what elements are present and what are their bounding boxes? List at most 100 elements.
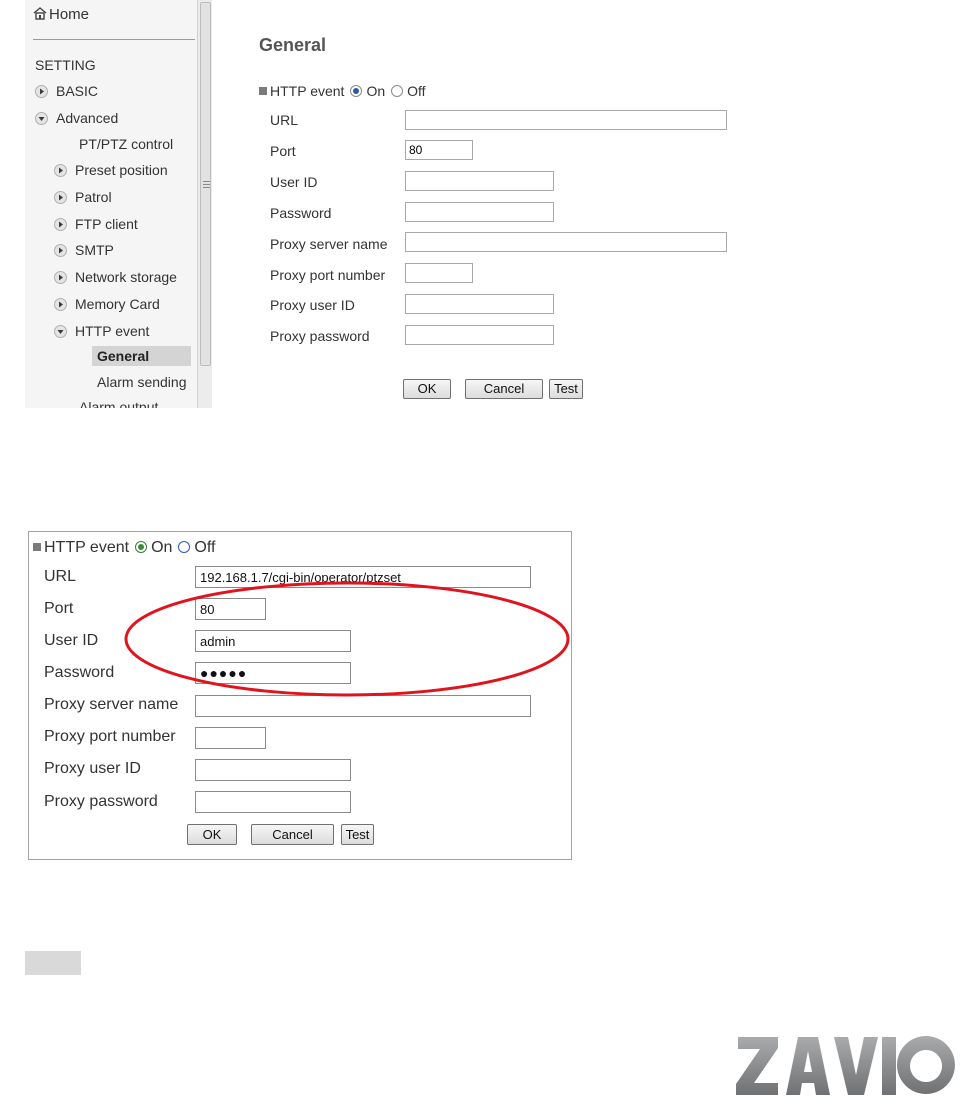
- arrow-down-icon: [54, 325, 67, 338]
- sidebar-item-label: Advanced: [56, 110, 119, 126]
- proxy-user-id-label: Proxy user ID: [44, 760, 141, 777]
- http-event-label: HTTP event: [44, 539, 130, 556]
- sidebar-item-label: Preset position: [75, 162, 168, 178]
- cancel-button[interactable]: Cancel: [465, 379, 543, 399]
- sidebar-item-label: PT/PTZ control: [79, 136, 174, 152]
- sidebar-item-ftp-client[interactable]: FTP client: [54, 214, 138, 234]
- proxy-user-id-input[interactable]: [405, 294, 554, 314]
- sidebar-item-label: Patrol: [75, 189, 112, 205]
- home-icon: [33, 7, 47, 20]
- sidebar-item-basic[interactable]: BASIC: [35, 81, 98, 101]
- radio-on[interactable]: [350, 85, 363, 97]
- radio-on-label: On: [366, 83, 386, 99]
- sidebar-item-patrol[interactable]: Patrol: [54, 187, 112, 207]
- proxy-password-input[interactable]: [405, 325, 554, 345]
- sidebar-item-label: Alarm sending: [97, 374, 187, 390]
- password-label: Password: [270, 205, 332, 221]
- proxy-server-name-input[interactable]: [405, 232, 727, 252]
- scrollbar-thumb[interactable]: [200, 2, 211, 366]
- test-button[interactable]: Test: [341, 824, 374, 845]
- ok-button[interactable]: OK: [403, 379, 451, 399]
- settings-screenshot-general: Home SETTING BASIC Advanced PT/PTZ contr…: [25, 0, 765, 408]
- note-box: [25, 951, 81, 975]
- bullet-square-icon: [33, 543, 41, 551]
- sidebar-item-http-event[interactable]: HTTP event: [54, 321, 149, 341]
- settings-sidebar: Home SETTING BASIC Advanced PT/PTZ contr…: [25, 0, 197, 408]
- radio-off-label: Off: [407, 83, 426, 99]
- arrow-right-icon: [54, 191, 67, 204]
- arrow-right-icon: [54, 244, 67, 257]
- sidebar-item-general[interactable]: General: [92, 346, 191, 366]
- proxy-user-id-label: Proxy user ID: [270, 297, 355, 313]
- proxy-user-id-input[interactable]: [195, 759, 351, 781]
- settings-screenshot-filled: HTTP event On Off URL Port User ID Passwor…: [28, 531, 572, 860]
- password-input[interactable]: [405, 202, 554, 222]
- port-input[interactable]: [195, 598, 266, 620]
- radio-on-label: On: [151, 539, 173, 556]
- user-id-label: User ID: [44, 632, 99, 649]
- sidebar-item-label: Network storage: [75, 269, 177, 285]
- sidebar-item-preset-position[interactable]: Preset position: [54, 160, 168, 180]
- radio-off-label: Off: [194, 539, 216, 556]
- user-id-input[interactable]: [195, 630, 351, 652]
- sidebar-item-label: HTTP event: [75, 323, 150, 339]
- sidebar-item-label: FTP client: [75, 216, 138, 232]
- bullet-square-icon: [259, 87, 267, 95]
- port-label: Port: [270, 143, 296, 159]
- http-event-label: HTTP event: [270, 83, 345, 99]
- arrow-right-icon: [54, 298, 67, 311]
- sidebar-item-alarm-sending[interactable]: Alarm sending: [97, 372, 187, 392]
- proxy-port-number-label: Proxy port number: [44, 728, 176, 745]
- home-link[interactable]: Home: [33, 6, 89, 23]
- proxy-server-name-label: Proxy server name: [270, 236, 388, 252]
- sidebar-item-pt-ptz-control[interactable]: PT/PTZ control: [79, 134, 173, 154]
- proxy-password-input[interactable]: [195, 791, 351, 813]
- arrow-right-icon: [54, 164, 67, 177]
- url-input[interactable]: [195, 566, 531, 588]
- ok-button[interactable]: OK: [187, 824, 237, 845]
- sidebar-item-smtp[interactable]: SMTP: [54, 240, 114, 260]
- proxy-server-name-label: Proxy server name: [44, 696, 179, 713]
- radio-off[interactable]: [391, 85, 404, 97]
- port-input[interactable]: [405, 140, 473, 160]
- port-label: Port: [44, 600, 74, 617]
- http-event-toggle: HTTP event On Off: [259, 83, 426, 99]
- proxy-password-label: Proxy password: [270, 328, 370, 344]
- radio-on[interactable]: [135, 541, 148, 553]
- proxy-port-number-input[interactable]: [195, 727, 266, 749]
- user-id-label: User ID: [270, 174, 318, 190]
- home-label: Home: [49, 6, 90, 23]
- cancel-button[interactable]: Cancel: [251, 824, 334, 845]
- proxy-port-number-input[interactable]: [405, 263, 473, 283]
- sidebar-item-alarm-output[interactable]: Alarm output: [79, 397, 158, 408]
- sidebar-item-label: Alarm output: [79, 399, 159, 408]
- page-title: General: [259, 35, 327, 55]
- grip-icon: [203, 181, 210, 190]
- radio-off[interactable]: [178, 541, 191, 553]
- password-input[interactable]: [195, 662, 351, 684]
- password-label: Password: [44, 664, 115, 681]
- arrow-right-icon: [54, 218, 67, 231]
- proxy-password-label: Proxy password: [44, 793, 158, 810]
- sidebar-item-label: SMTP: [75, 242, 114, 258]
- url-label: URL: [270, 112, 299, 128]
- proxy-port-number-label: Proxy port number: [270, 267, 386, 283]
- sidebar-item-network-storage[interactable]: Network storage: [54, 267, 177, 287]
- arrow-down-icon: [35, 112, 48, 125]
- sidebar-item-memory-card[interactable]: Memory Card: [54, 294, 160, 314]
- sidebar-item-label: General: [97, 348, 150, 364]
- http-event-toggle: HTTP event On Off: [33, 539, 215, 557]
- proxy-server-name-input[interactable]: [195, 695, 531, 717]
- url-input[interactable]: [405, 110, 727, 130]
- sidebar-heading: SETTING: [35, 57, 96, 73]
- arrow-right-icon: [54, 271, 67, 284]
- zavio-logo: [736, 1036, 955, 1095]
- sidebar-divider: [33, 39, 195, 40]
- user-id-input[interactable]: [405, 171, 554, 191]
- sidebar-scrollbar[interactable]: [197, 0, 212, 408]
- test-button[interactable]: Test: [549, 379, 583, 399]
- arrow-right-icon: [35, 85, 48, 98]
- sidebar-item-advanced[interactable]: Advanced: [35, 108, 118, 128]
- url-label: URL: [44, 568, 77, 585]
- sidebar-item-label: BASIC: [56, 83, 99, 99]
